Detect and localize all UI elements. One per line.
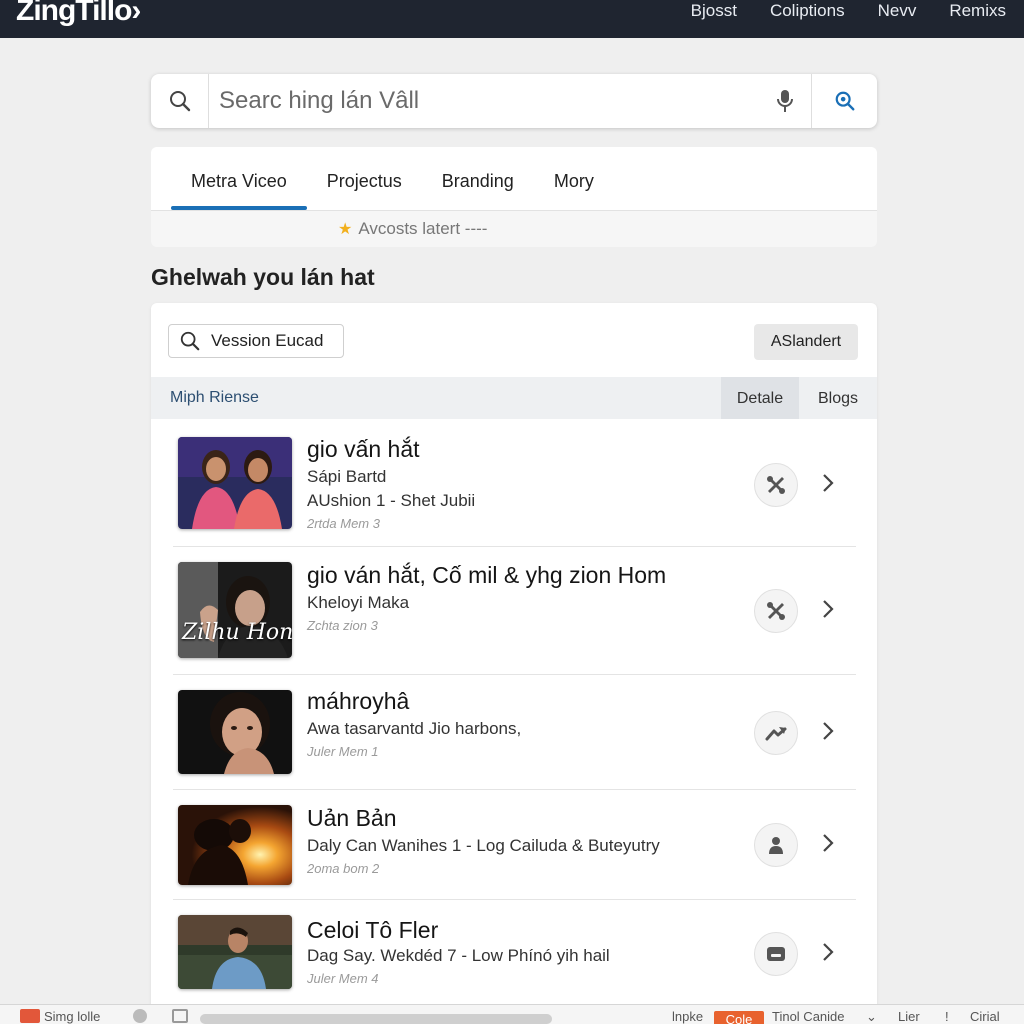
nav-item-remixs[interactable]: Remixs	[949, 0, 1006, 22]
list-item-meta: 2rtda Mem 3	[307, 516, 380, 531]
thumbnail-image	[178, 805, 292, 885]
list-item[interactable]: máhroyhâ Awa tasarvantd Jio harbons, Jul…	[173, 675, 856, 790]
list-item-text: máhroyhâ Awa tasarvantd Jio harbons, Jul…	[307, 687, 716, 763]
thumbnail-image: Zilhu Hon	[178, 562, 292, 658]
list-item-meta: Juler Mem 1	[307, 744, 379, 759]
taskbar-inbox-label[interactable]: lnpke	[672, 1009, 703, 1024]
list-item-title: gio ván hắt, Cố mil & yhg zion Hom	[307, 562, 667, 588]
standard-button[interactable]: ASlandert	[754, 324, 858, 360]
nav-item-coliptions[interactable]: Coliptions	[770, 0, 845, 22]
nav-item-bjosst[interactable]: Bjosst	[691, 0, 737, 22]
star-icon: ★	[338, 221, 353, 238]
tab-subline: ★ Avcosts latert ----	[151, 211, 877, 247]
list-item-text: gio vấn hắt Sápi Bartd AUshion 1 - Shet …	[307, 435, 716, 535]
inbox-icon[interactable]	[754, 932, 798, 976]
list-item-subtitle: Kheloyi Maka	[307, 593, 410, 612]
tab-projectus[interactable]: Projectus	[307, 147, 422, 210]
search-bar	[151, 74, 877, 128]
list-item-text: Celoi Tô Fler Dag Say. Wekdéd 7 - Low Ph…	[307, 916, 716, 990]
list-item-meta: 2oma bom 2	[307, 861, 380, 876]
taskbar-app-label[interactable]: Simg lolle	[44, 1009, 100, 1024]
section-title: Ghelwah you lán hat	[151, 264, 375, 290]
search-input[interactable]	[209, 75, 759, 127]
category-tabs-card: Metra Viceo Projectus Branding Mory ★ Av…	[151, 147, 877, 247]
results-panel: Vession Eucad ASlandert Miph Riense Deta…	[151, 303, 877, 1013]
filter-row: Vession Eucad ASlandert	[151, 303, 877, 377]
search-icon	[151, 74, 209, 128]
list-item-meta: Zchta zion 3	[307, 618, 378, 633]
subline-text: Avcosts latert ----	[358, 219, 488, 238]
tools-icon[interactable]	[754, 463, 798, 507]
list-item[interactable]: Celoi Tô Fler Dag Say. Wekdéd 7 - Low Ph…	[173, 900, 856, 1013]
chevron-right-icon[interactable]	[820, 833, 836, 853]
list-item-title: Celoi Tô Fler	[307, 917, 439, 943]
top-nav: Bjosst Coliptions Nevv Remixs	[691, 0, 1006, 22]
search-icon	[180, 331, 200, 351]
taskbar-tip-label[interactable]: Tinol Canide	[772, 1009, 845, 1024]
tab-bar: Metra Viceo Projectus Branding Mory	[151, 147, 877, 211]
person-icon[interactable]	[754, 823, 798, 867]
tab-mory[interactable]: Mory	[534, 147, 614, 210]
thumbnail-image	[178, 690, 292, 774]
list-item-subtitle: Dag Say. Wekdéd 7 - Low Phínó yih hail	[307, 946, 610, 965]
taskbar: Simg lolle lnpke Cole Tinol Canide ⌄ Lie…	[0, 1004, 1024, 1024]
chevron-down-icon[interactable]: ⌄	[866, 1009, 877, 1024]
top-bar: ZingTillo› Bjosst Coliptions Nevv Remixs	[0, 0, 1024, 38]
tools-icon[interactable]	[754, 589, 798, 633]
tab-branding[interactable]: Branding	[422, 147, 534, 210]
chevron-right-icon[interactable]	[820, 599, 836, 619]
microphone-icon[interactable]	[759, 74, 811, 128]
search-submit-button[interactable]	[811, 74, 877, 128]
thumbnail-image	[178, 915, 292, 989]
tab-metra-viceo[interactable]: Metra Viceo	[171, 147, 307, 210]
list-item-line2: AUshion 1 - Shet Jubii	[307, 491, 476, 510]
filter-search-text: Vession Eucad	[211, 331, 324, 350]
alert-icon[interactable]: !	[945, 1009, 949, 1024]
list-header-tabs: Detale Blogs	[721, 377, 877, 419]
list-item[interactable]: gio vấn hắt Sápi Bartd AUshion 1 - Shet …	[173, 419, 856, 547]
search-go-icon	[835, 91, 854, 111]
window-icon[interactable]	[172, 1009, 188, 1023]
thumbnail-overlay-text: Zilhu Hon	[182, 620, 292, 645]
chevron-right-icon[interactable]	[820, 942, 836, 962]
list-item-title: máhroyhâ	[307, 688, 410, 714]
taskbar-cirial-label[interactable]: Cirial	[970, 1009, 1000, 1024]
app-logo[interactable]: ZingTillo›	[16, 0, 141, 28]
chevron-right-icon[interactable]	[820, 473, 836, 493]
thumbnail-image	[178, 437, 292, 529]
taskbar-badge[interactable]: Cole	[714, 1011, 764, 1024]
list-item-title: Uản Bản	[307, 805, 397, 831]
taskbar-lier-label[interactable]: Lier	[898, 1009, 920, 1024]
list-item-text: Uản Bản Daly Can Wanihes 1 - Log Cailuda…	[307, 804, 716, 880]
list-item-subtitle: Daly Can Wanihes 1 - Log Cailuda & Butey…	[307, 836, 660, 855]
app-icon[interactable]	[20, 1009, 40, 1023]
chevron-right-icon[interactable]	[820, 721, 836, 741]
taskbar-progress-bar[interactable]	[200, 1014, 552, 1024]
list-item-subtitle: Awa tasarvantd Jio harbons,	[307, 719, 522, 738]
tab-blogs[interactable]: Blogs	[799, 377, 877, 419]
list-item-text: gio ván hắt, Cố mil & yhg zion Hom Khelo…	[307, 561, 716, 637]
list-item[interactable]: Zilhu Hon gio ván hắt, Cố mil & yhg zion…	[173, 547, 856, 675]
tab-detale[interactable]: Detale	[721, 377, 799, 419]
list-header: Miph Riense Detale Blogs	[151, 377, 877, 419]
nav-item-nevv[interactable]: Nevv	[878, 0, 917, 22]
list-item-meta: Juler Mem 4	[307, 971, 379, 986]
list-header-label: Miph Riense	[170, 389, 259, 406]
share-icon[interactable]	[754, 711, 798, 755]
status-dot-icon[interactable]	[133, 1009, 147, 1023]
list-item-subtitle: Sápi Bartd	[307, 467, 387, 486]
filter-search-field[interactable]: Vession Eucad	[168, 324, 344, 358]
list-item-title: gio vấn hắt	[307, 436, 420, 462]
list-item[interactable]: Uản Bản Daly Can Wanihes 1 - Log Cailuda…	[173, 790, 856, 900]
